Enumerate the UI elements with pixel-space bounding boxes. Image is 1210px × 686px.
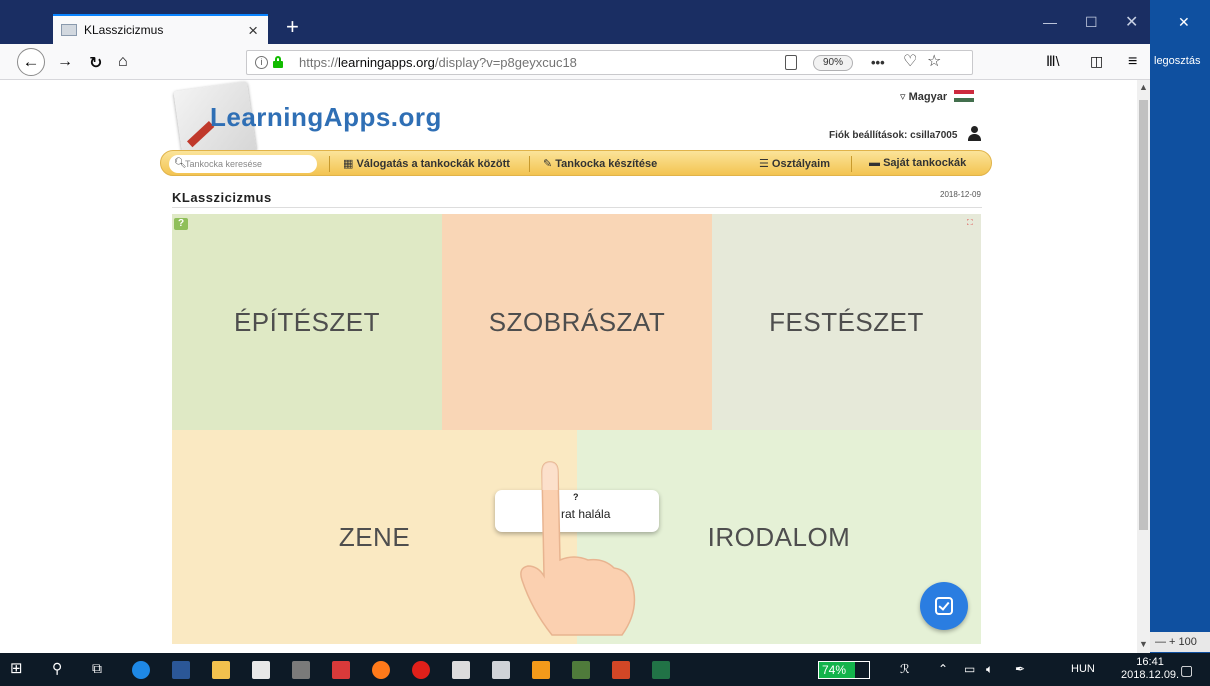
pocket-icon[interactable]: ♡ xyxy=(903,50,917,73)
volume-icon[interactable]: 🔈︎ xyxy=(986,662,993,677)
windows-taskbar: ⊞ ⚲ ⧉ 74% ℛ ⌃ ▭ 🔈︎ ✒ HUN 16:41 2018.12.0… xyxy=(0,653,1210,686)
calculator-icon[interactable] xyxy=(292,661,310,679)
new-tab-button[interactable]: + xyxy=(286,14,299,40)
close-icon[interactable]: ✕ xyxy=(1178,14,1190,31)
page-viewport: LearningApps.org ▿ Magyar Fiók beállítás… xyxy=(0,80,1137,653)
reload-icon[interactable]: ↻ xyxy=(89,53,102,73)
background-window-text: legosztás xyxy=(1154,55,1201,67)
pen-icon[interactable]: ✒ xyxy=(1015,662,1025,676)
people-icon[interactable]: ℛ xyxy=(900,662,910,676)
grid-icon: ▦ xyxy=(343,158,357,170)
input-language[interactable]: HUN xyxy=(1071,663,1095,675)
minimize-icon[interactable]: — xyxy=(1043,14,1057,30)
tab-title: KLasszicizmus xyxy=(84,23,164,37)
user-icon[interactable] xyxy=(967,126,981,141)
time: 16:41 xyxy=(1136,656,1164,668)
site-navbar: 🔍︎ Tankocka keresése ▦ Válogatás a tanko… xyxy=(160,150,992,176)
battery-indicator[interactable]: 74% xyxy=(818,661,870,679)
opera-icon[interactable] xyxy=(412,661,430,679)
graduation-cap-icon[interactable] xyxy=(492,661,510,679)
zoom-indicator[interactable]: 90% xyxy=(813,55,853,71)
url-text: https://learningapps.org/display?v=p8gey… xyxy=(299,55,577,70)
tab-favicon-icon xyxy=(61,24,77,36)
group-assignment-app: ÉPÍTÉSZET SZOBRÁSZAT FESTÉSZET ZENE IROD… xyxy=(172,214,981,644)
flag-icon xyxy=(954,90,974,102)
bookmark-star-icon[interactable]: ☆ xyxy=(927,50,941,73)
site-info-icon[interactable]: i xyxy=(255,56,268,69)
background-window: ✕ legosztás xyxy=(1150,0,1210,653)
paint-icon[interactable] xyxy=(452,661,470,679)
firefox-icon[interactable] xyxy=(372,661,390,679)
edge-icon[interactable] xyxy=(132,661,150,679)
screen: KLasszicizmus × + — ☐ ✕ ← → ↻ ⌂ i https:… xyxy=(0,0,1210,686)
divider xyxy=(172,207,982,208)
window-titlebar: KLasszicizmus × + — ☐ ✕ xyxy=(0,0,1210,44)
vlc-icon[interactable] xyxy=(532,661,550,679)
reader-view-icon[interactable] xyxy=(785,55,797,70)
language-selector[interactable]: ▿ Magyar xyxy=(900,90,947,103)
search-icon[interactable]: ⚲ xyxy=(52,660,70,678)
scroll-down-icon[interactable]: ▼ xyxy=(1139,639,1148,649)
category-festeszet[interactable]: FESTÉSZET xyxy=(712,214,981,430)
lock-icon xyxy=(273,56,283,68)
scroll-up-icon[interactable]: ▲ xyxy=(1139,82,1148,92)
address-bar[interactable]: i https://learningapps.org/display?v=p8g… xyxy=(246,50,973,75)
powerpoint-icon[interactable] xyxy=(612,661,630,679)
menu-icon[interactable]: ≡ xyxy=(1128,53,1137,71)
pencil-icon: ✎ xyxy=(543,158,556,170)
list-icon: ☰ xyxy=(759,158,772,170)
store-icon[interactable] xyxy=(252,661,270,679)
word-icon[interactable] xyxy=(172,661,190,679)
app-icon[interactable] xyxy=(572,661,590,679)
nav-my-apps[interactable]: ▬ Saját tankockák xyxy=(869,157,966,169)
background-zoom-control: — + 100 xyxy=(1150,632,1210,652)
task-view-icon[interactable]: ⧉ xyxy=(92,660,110,678)
excel-icon[interactable] xyxy=(652,661,670,679)
check-answers-button[interactable] xyxy=(920,582,968,630)
nav-browse-apps[interactable]: ▦ Válogatás a tankockák között xyxy=(343,157,510,170)
check-icon xyxy=(938,599,950,611)
file-explorer-icon[interactable] xyxy=(212,661,230,679)
search-icon: 🔍︎ xyxy=(174,158,187,169)
tab-close-icon[interactable]: × xyxy=(248,21,258,41)
nav-my-classes[interactable]: ☰ Osztályaim xyxy=(759,157,830,170)
fullscreen-icon[interactable]: ⛶ xyxy=(967,218,973,228)
app-date: 2018-12-09 xyxy=(940,190,981,199)
back-button[interactable]: ← xyxy=(17,48,45,76)
account-settings-link[interactable]: Fiók beállítások: csilla7005 xyxy=(829,130,957,141)
vertical-scrollbar[interactable]: ▲ ▼ xyxy=(1137,80,1150,653)
start-icon[interactable]: ⊞ xyxy=(10,659,28,677)
home-icon[interactable]: ⌂ xyxy=(118,53,128,71)
save-app-icon[interactable] xyxy=(332,661,350,679)
category-epiteszet[interactable]: ÉPÍTÉSZET xyxy=(172,214,442,430)
clock[interactable]: 16:41 2018.12.09. xyxy=(1121,656,1179,682)
scroll-thumb[interactable] xyxy=(1139,100,1148,530)
forward-icon[interactable]: → xyxy=(57,53,73,71)
folder-icon: ▬ xyxy=(869,157,884,169)
sidebar-icon[interactable]: ◫ xyxy=(1090,53,1103,70)
library-icon[interactable]: Ⅲ\ xyxy=(1046,53,1060,70)
browser-toolbar: ← → ↻ ⌂ i https://learningapps.org/displ… xyxy=(0,44,1150,80)
date: 2018.12.09. xyxy=(1121,669,1180,681)
hand-pointer-icon xyxy=(520,461,636,636)
tray-expand-icon[interactable]: ⌃ xyxy=(938,662,948,676)
site-logo[interactable]: LearningApps.org xyxy=(210,102,442,133)
help-icon[interactable]: ? xyxy=(174,218,188,230)
nav-create-app[interactable]: ✎ Tankocka készítése xyxy=(543,157,657,170)
page-actions-icon[interactable]: ••• xyxy=(871,51,885,74)
app-title: KLasszicizmus xyxy=(172,190,272,205)
notifications-icon[interactable]: ▢ xyxy=(1180,662,1193,679)
category-szobraszat[interactable]: SZOBRÁSZAT xyxy=(442,214,712,430)
battery-icon[interactable]: ▭ xyxy=(964,662,975,676)
browser-tab[interactable]: KLasszicizmus × xyxy=(53,14,268,44)
maximize-icon[interactable]: ☐ xyxy=(1085,14,1098,31)
close-window-icon[interactable]: ✕ xyxy=(1125,12,1138,32)
search-input[interactable]: 🔍︎ Tankocka keresése xyxy=(169,155,317,173)
